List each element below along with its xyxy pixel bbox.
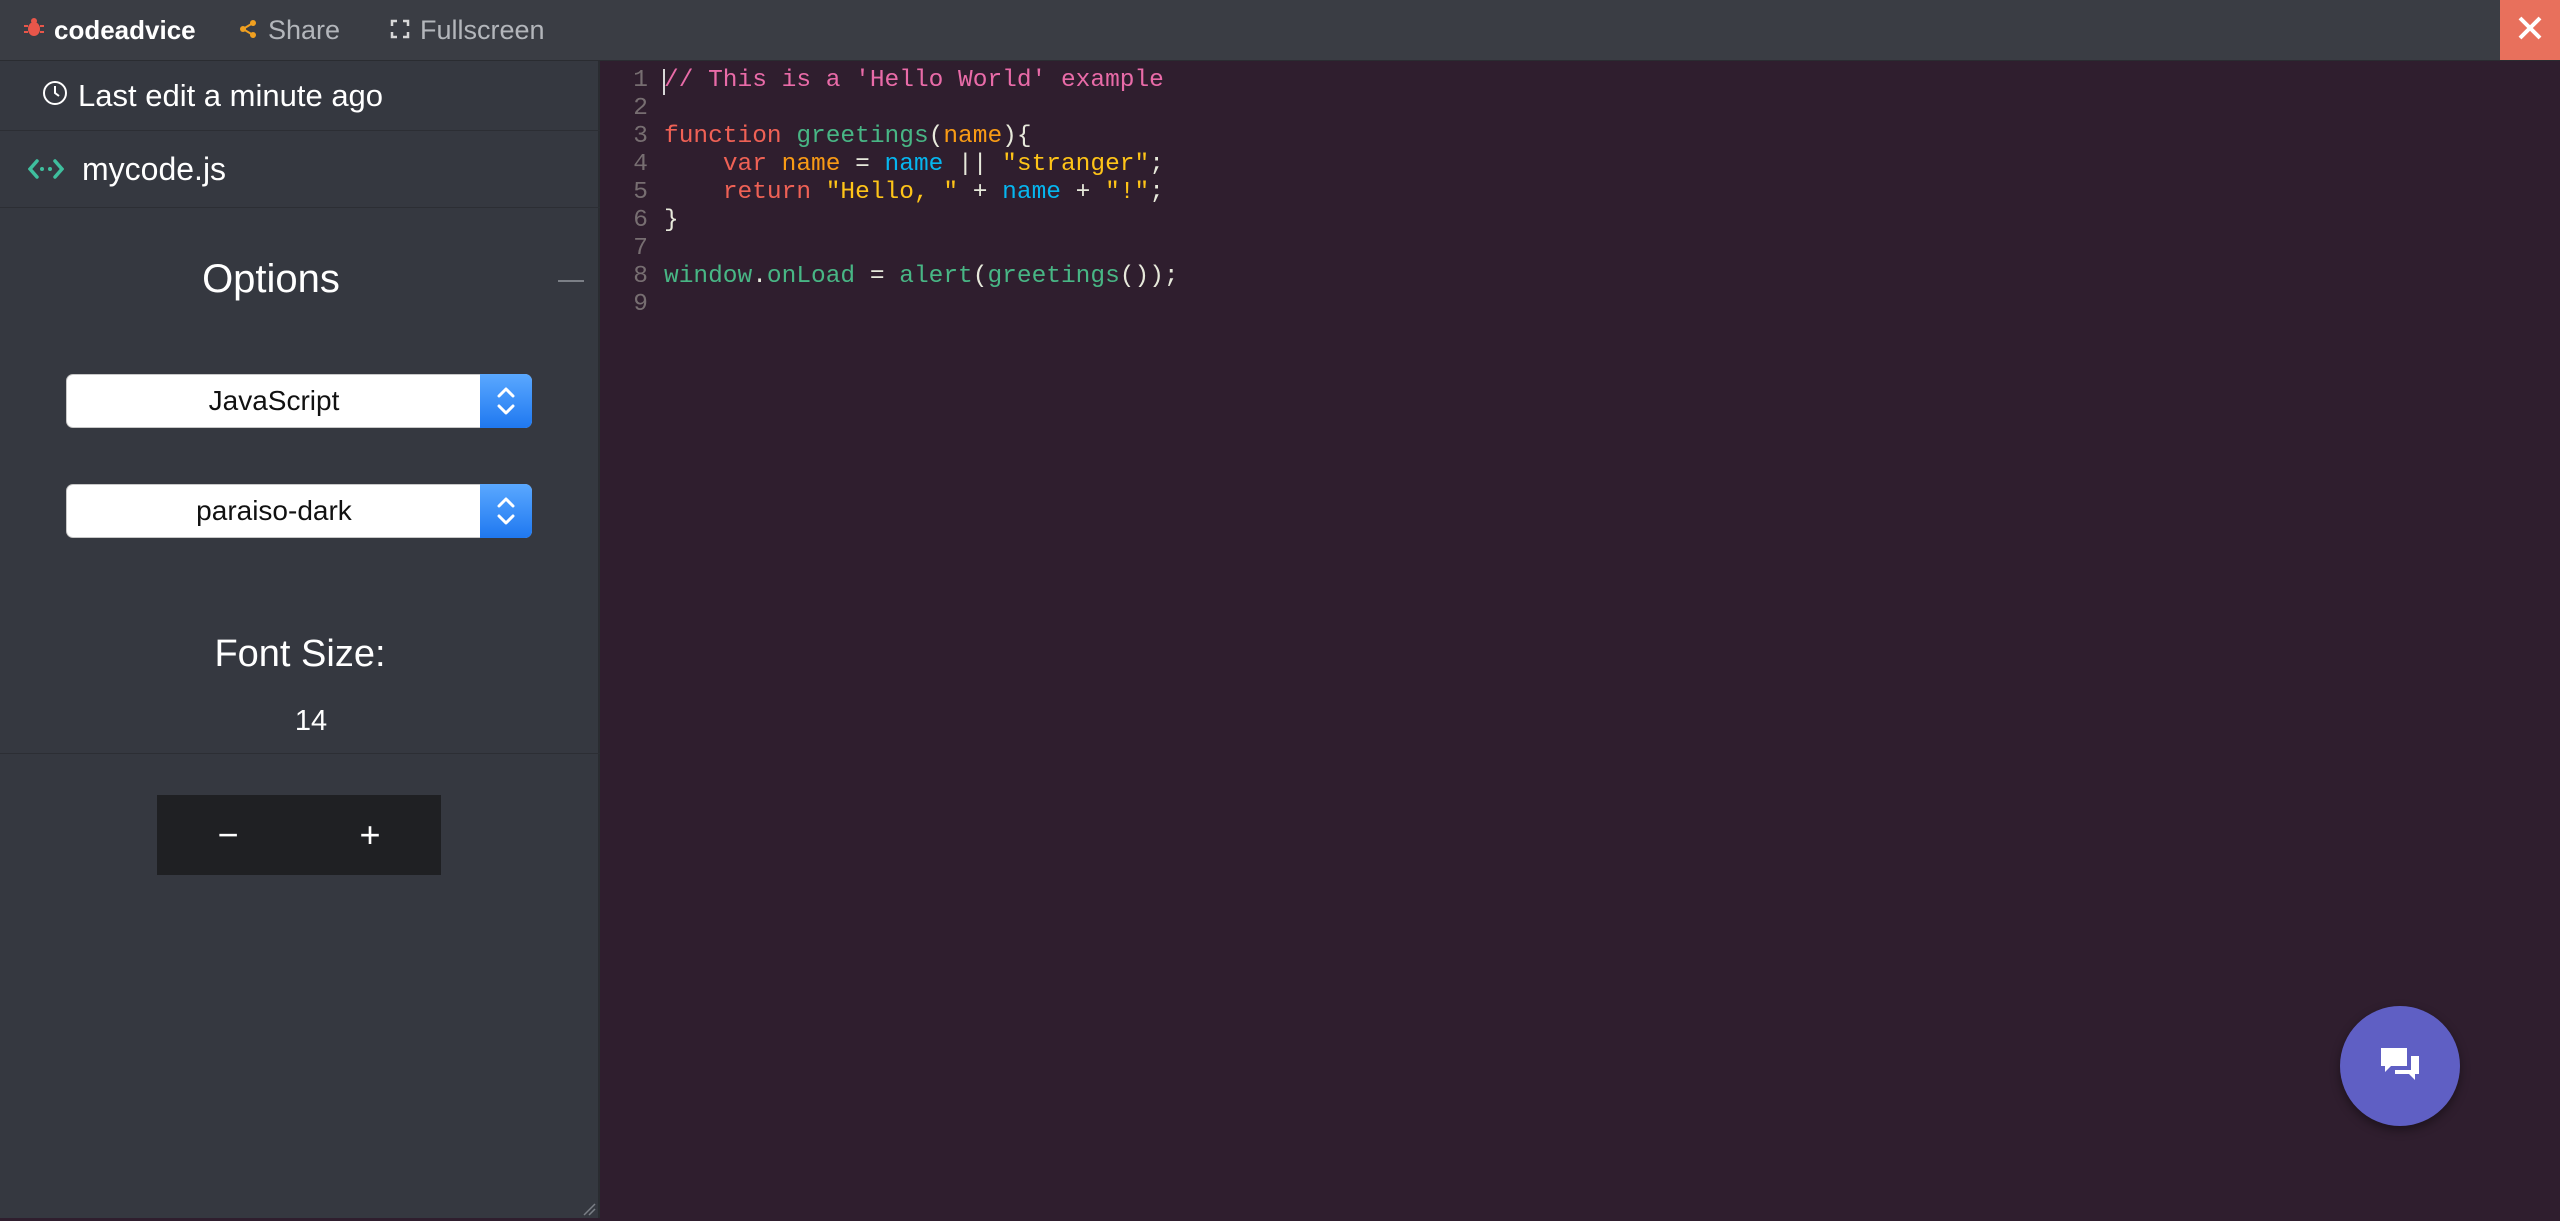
code-token: + xyxy=(958,179,1003,206)
chat-bubbles-icon xyxy=(2377,1044,2423,1089)
code-token: } xyxy=(664,207,679,234)
code-token: name xyxy=(943,123,1003,150)
share-icon xyxy=(238,15,258,46)
code-line[interactable]: 1 // This is a 'Hello World' example xyxy=(602,67,2560,95)
code-token: "stranger" xyxy=(1002,151,1150,178)
code-line[interactable]: 8 window.onLoad = alert(greetings()); xyxy=(602,263,2560,291)
code-line[interactable]: 4 var name = name || "stranger"; xyxy=(602,151,2560,179)
code-token: alert xyxy=(899,263,973,290)
bug-icon xyxy=(22,15,46,46)
filename-label: mycode.js xyxy=(82,151,227,187)
code-token: // This is a 'Hello World' example xyxy=(664,67,1164,94)
code-line[interactable]: 3 function greetings(name){ xyxy=(602,123,2560,151)
code-text: function greetings(name){ xyxy=(664,123,1032,151)
code-token: window xyxy=(664,263,753,290)
code-token: "Hello, " xyxy=(825,179,959,206)
code-icon xyxy=(27,151,65,188)
close-button[interactable] xyxy=(2500,0,2560,60)
line-number: 4 xyxy=(633,151,648,178)
code-line[interactable]: 9 xyxy=(602,291,2560,319)
code-token: greetings xyxy=(987,263,1120,290)
line-number: 6 xyxy=(633,207,648,234)
decrease-font-button[interactable]: − xyxy=(157,795,299,875)
share-button[interactable]: Share xyxy=(238,0,340,61)
code-token: onLoad xyxy=(766,263,856,290)
last-edit-text: Last edit a minute ago xyxy=(78,77,384,113)
line-number: 2 xyxy=(633,95,648,122)
code-token: function xyxy=(664,123,782,150)
code-line[interactable]: 7 xyxy=(602,235,2560,263)
code-token: name xyxy=(884,151,944,178)
close-icon xyxy=(2517,15,2543,46)
code-line[interactable]: 2 xyxy=(602,95,2560,123)
code-token: name xyxy=(1002,179,1061,206)
select-arrows-icon xyxy=(480,484,532,538)
theme-select[interactable]: paraiso-dark xyxy=(66,484,532,538)
code-token: return xyxy=(722,179,812,206)
code-token: . xyxy=(752,263,767,290)
code-editor[interactable]: 1 // This is a 'Hello World' example 2 3 fun… xyxy=(602,61,2560,1218)
code-text: } xyxy=(664,207,679,235)
brand-name: codeadvice xyxy=(54,15,196,45)
code-token: var xyxy=(722,151,767,178)
language-value: JavaScript xyxy=(208,385,340,416)
chat-button[interactable] xyxy=(2340,1006,2460,1126)
code-text: return "Hello, " + name + "!"; xyxy=(664,179,1164,207)
code-text: window.onLoad = alert(greetings()); xyxy=(664,263,1179,291)
language-select[interactable]: JavaScript xyxy=(66,374,532,428)
code-token: = xyxy=(840,151,885,178)
code-token: ( xyxy=(972,263,988,290)
font-size-label: Font Size: xyxy=(214,633,386,675)
line-number: 9 xyxy=(633,291,648,318)
expand-icon xyxy=(390,15,410,46)
brand[interactable]: codeadvice xyxy=(22,0,196,61)
code-token: ( xyxy=(928,123,944,150)
line-number: 8 xyxy=(633,263,648,290)
code-text: // This is a 'Hello World' example xyxy=(664,67,1164,95)
code-token: ; xyxy=(1149,179,1164,206)
font-size-stepper: − + xyxy=(157,795,441,875)
top-bar: codeadvice Share Fullscreen xyxy=(0,0,2560,61)
code-token: greetings xyxy=(796,123,929,150)
line-number: 1 xyxy=(633,67,648,94)
code-token: "!" xyxy=(1105,179,1150,206)
code-token: ; xyxy=(1149,151,1164,178)
collapse-options-button[interactable] xyxy=(558,280,584,282)
clock-icon xyxy=(42,78,68,114)
line-number: 7 xyxy=(633,235,648,262)
code-token: ){ xyxy=(1002,123,1032,150)
line-number: 5 xyxy=(633,179,648,206)
code-token: = xyxy=(855,263,900,290)
last-edit-status: Last edit a minute ago xyxy=(0,61,600,131)
sidebar: Last edit a minute ago mycode.js Options… xyxy=(0,61,600,1218)
resize-handle[interactable] xyxy=(582,1202,596,1216)
fullscreen-label: Fullscreen xyxy=(420,15,545,45)
code-text: var name = name || "stranger"; xyxy=(664,151,1164,179)
code-line[interactable]: 5 return "Hello, " + name + "!"; xyxy=(602,179,2560,207)
font-size-value: 14 xyxy=(294,705,328,737)
file-tab[interactable]: mycode.js xyxy=(0,132,600,208)
increase-font-button[interactable]: + xyxy=(299,795,441,875)
share-label: Share xyxy=(268,15,341,45)
code-line[interactable]: 6} xyxy=(602,207,2560,235)
select-arrows-icon xyxy=(480,374,532,428)
code-token: + xyxy=(1060,179,1106,206)
fullscreen-button[interactable]: Fullscreen xyxy=(390,0,545,61)
line-number: 3 xyxy=(633,123,648,150)
code-token: || xyxy=(943,151,1003,178)
theme-value: paraiso-dark xyxy=(196,495,352,526)
divider xyxy=(0,753,600,754)
options-title: Options xyxy=(202,257,340,301)
code-token: name xyxy=(781,151,841,178)
code-token: ()); xyxy=(1119,263,1179,290)
